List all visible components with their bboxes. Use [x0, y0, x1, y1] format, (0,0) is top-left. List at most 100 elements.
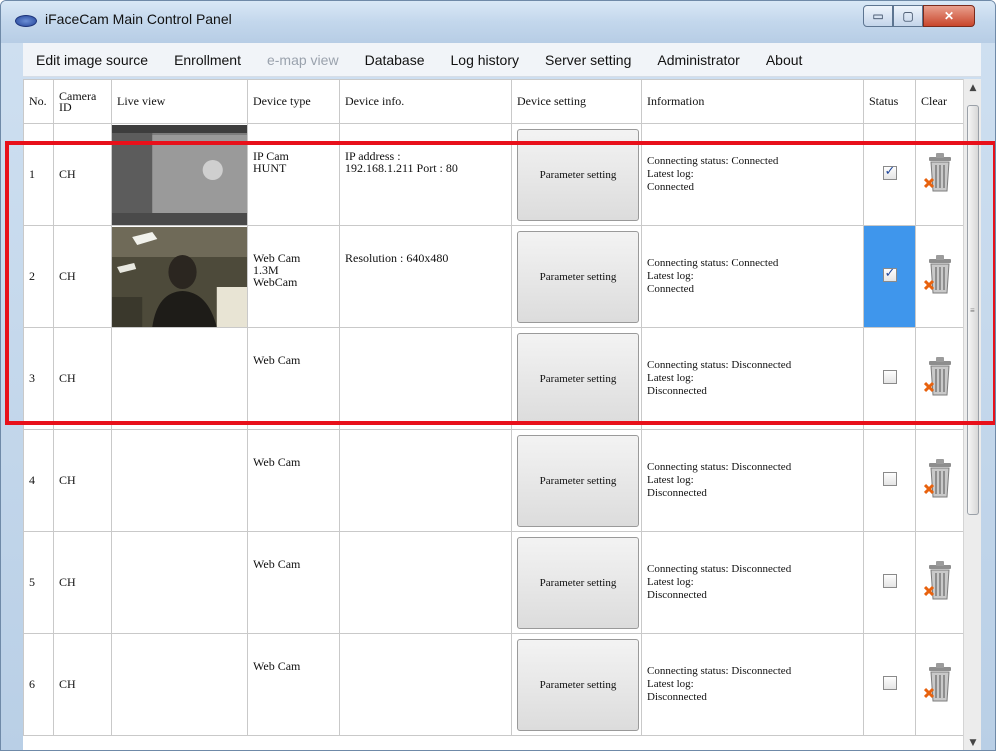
cell-camera-id: CH [53, 327, 112, 430]
status-checkbox[interactable] [882, 675, 897, 690]
parameter-setting-button[interactable]: Parameter setting [517, 128, 639, 221]
table-row: 6 CH Web Cam Parameter setting Connectin… [23, 633, 964, 736]
device-table-area: No. Camera ID Live view Device type Devi… [23, 79, 981, 750]
cell-device-setting: Parameter setting [511, 531, 642, 634]
status-checkbox[interactable] [882, 471, 897, 486]
parameter-setting-button[interactable]: Parameter setting [517, 536, 639, 629]
cell-status [863, 531, 916, 634]
trash-icon[interactable] [923, 559, 956, 603]
cell-information: Connecting status: Disconnected Latest l… [641, 633, 864, 736]
cell-no: 2 [23, 225, 54, 328]
trash-icon[interactable] [923, 457, 956, 501]
trash-icon[interactable] [923, 253, 956, 297]
cell-status [863, 633, 916, 736]
menu-log-history[interactable]: Log history [438, 52, 532, 68]
cell-clear [915, 225, 964, 328]
header-status: Status [863, 79, 916, 124]
cell-information: Connecting status: Disconnected Latest l… [641, 327, 864, 430]
parameter-setting-button[interactable]: Parameter setting [517, 332, 639, 425]
cell-device-info: Resolution : 640x480 [339, 225, 512, 328]
status-checkbox[interactable] [882, 369, 897, 384]
cell-no: 4 [23, 429, 54, 532]
menu-bar: Edit image source Enrollment e-map view … [23, 43, 981, 77]
cell-device-type: Web Cam [247, 327, 340, 430]
menu-edit-image-source[interactable]: Edit image source [23, 52, 161, 68]
cell-camera-id: CH [53, 633, 112, 736]
header-device-info: Device info. [339, 79, 512, 124]
cell-device-setting: Parameter setting [511, 633, 642, 736]
cell-live-view [111, 429, 248, 532]
eye-icon [15, 15, 37, 27]
title-bar[interactable]: iFaceCam Main Control Panel ▭ ▢ ✕ [1, 1, 995, 43]
cell-device-type: IP Cam HUNT [247, 123, 340, 226]
menu-database[interactable]: Database [352, 52, 438, 68]
cell-device-info [339, 429, 512, 532]
cell-device-type: Web Cam 1.3M WebCam [247, 225, 340, 328]
device-table: No. Camera ID Live view Device type Devi… [23, 79, 964, 736]
cell-device-setting: Parameter setting [511, 225, 642, 328]
menu-administrator[interactable]: Administrator [644, 52, 752, 68]
header-no: No. [23, 79, 54, 124]
header-device-type: Device type [247, 79, 340, 124]
close-button[interactable]: ✕ [923, 5, 975, 27]
header-camera-id: Camera ID [53, 79, 112, 124]
webcam-live-image [112, 226, 247, 327]
trash-icon[interactable] [923, 661, 956, 705]
scroll-grip-icon: ≡ [970, 306, 975, 315]
parameter-setting-button[interactable]: Parameter setting [517, 434, 639, 527]
cell-clear [915, 429, 964, 532]
scroll-up-icon[interactable]: ▲ [964, 79, 981, 97]
cell-information: Connecting status: Connected Latest log:… [641, 225, 864, 328]
table-row: 3 CH Web Cam Parameter setting Connectin… [23, 327, 964, 430]
main-control-panel-window: iFaceCam Main Control Panel ▭ ▢ ✕ Edit i… [0, 0, 996, 751]
cell-camera-id: CH [53, 225, 112, 328]
cell-no: 1 [23, 123, 54, 226]
cell-status [863, 327, 916, 430]
parameter-setting-button[interactable]: Parameter setting [517, 638, 639, 731]
cell-live-view [111, 531, 248, 634]
cell-device-setting: Parameter setting [511, 327, 642, 430]
cell-no: 3 [23, 327, 54, 430]
menu-server-setting[interactable]: Server setting [532, 52, 644, 68]
cell-device-type: Web Cam [247, 633, 340, 736]
maximize-button[interactable]: ▢ [893, 5, 923, 27]
cell-status [863, 123, 916, 226]
status-checkbox[interactable] [882, 164, 897, 180]
header-clear: Clear [915, 79, 964, 124]
cell-device-info [339, 531, 512, 634]
vertical-scrollbar[interactable]: ▲ ≡ ▼ [963, 79, 981, 750]
cell-camera-id: CH [53, 429, 112, 532]
ip-cam-live-image [112, 124, 247, 225]
parameter-setting-button[interactable]: Parameter setting [517, 230, 639, 323]
scroll-down-icon[interactable]: ▼ [964, 734, 981, 750]
cell-no: 5 [23, 531, 54, 634]
table-row: 1 CH IP Cam HUNT IP address : 192.168.1.… [23, 123, 964, 226]
cell-clear [915, 327, 964, 430]
cell-device-setting: Parameter setting [511, 123, 642, 226]
trash-icon[interactable] [923, 151, 956, 195]
minimize-button[interactable]: ▭ [863, 5, 893, 27]
cell-information: Connecting status: Disconnected Latest l… [641, 531, 864, 634]
status-checkbox[interactable] [882, 266, 897, 282]
cell-device-type: Web Cam [247, 531, 340, 634]
cell-clear [915, 531, 964, 634]
cell-information: Connecting status: Disconnected Latest l… [641, 429, 864, 532]
cell-device-type: Web Cam [247, 429, 340, 532]
trash-icon[interactable] [923, 355, 956, 399]
cell-device-info: IP address : 192.168.1.211 Port : 80 [339, 123, 512, 226]
cell-status [863, 225, 916, 328]
table-row: 4 CH Web Cam Parameter setting Connectin… [23, 429, 964, 532]
status-checkbox[interactable] [882, 573, 897, 588]
menu-enrollment[interactable]: Enrollment [161, 52, 254, 68]
menu-about[interactable]: About [753, 52, 816, 68]
scrollbar-thumb[interactable]: ≡ [967, 105, 979, 515]
cell-no: 6 [23, 633, 54, 736]
cell-clear [915, 123, 964, 226]
cell-live-view [111, 633, 248, 736]
cell-camera-id: CH [53, 531, 112, 634]
table-header-row: No. Camera ID Live view Device type Devi… [23, 79, 964, 124]
header-live-view: Live view [111, 79, 248, 124]
cell-live-view [111, 123, 248, 226]
cell-device-info [339, 327, 512, 430]
cell-camera-id: CH [53, 123, 112, 226]
